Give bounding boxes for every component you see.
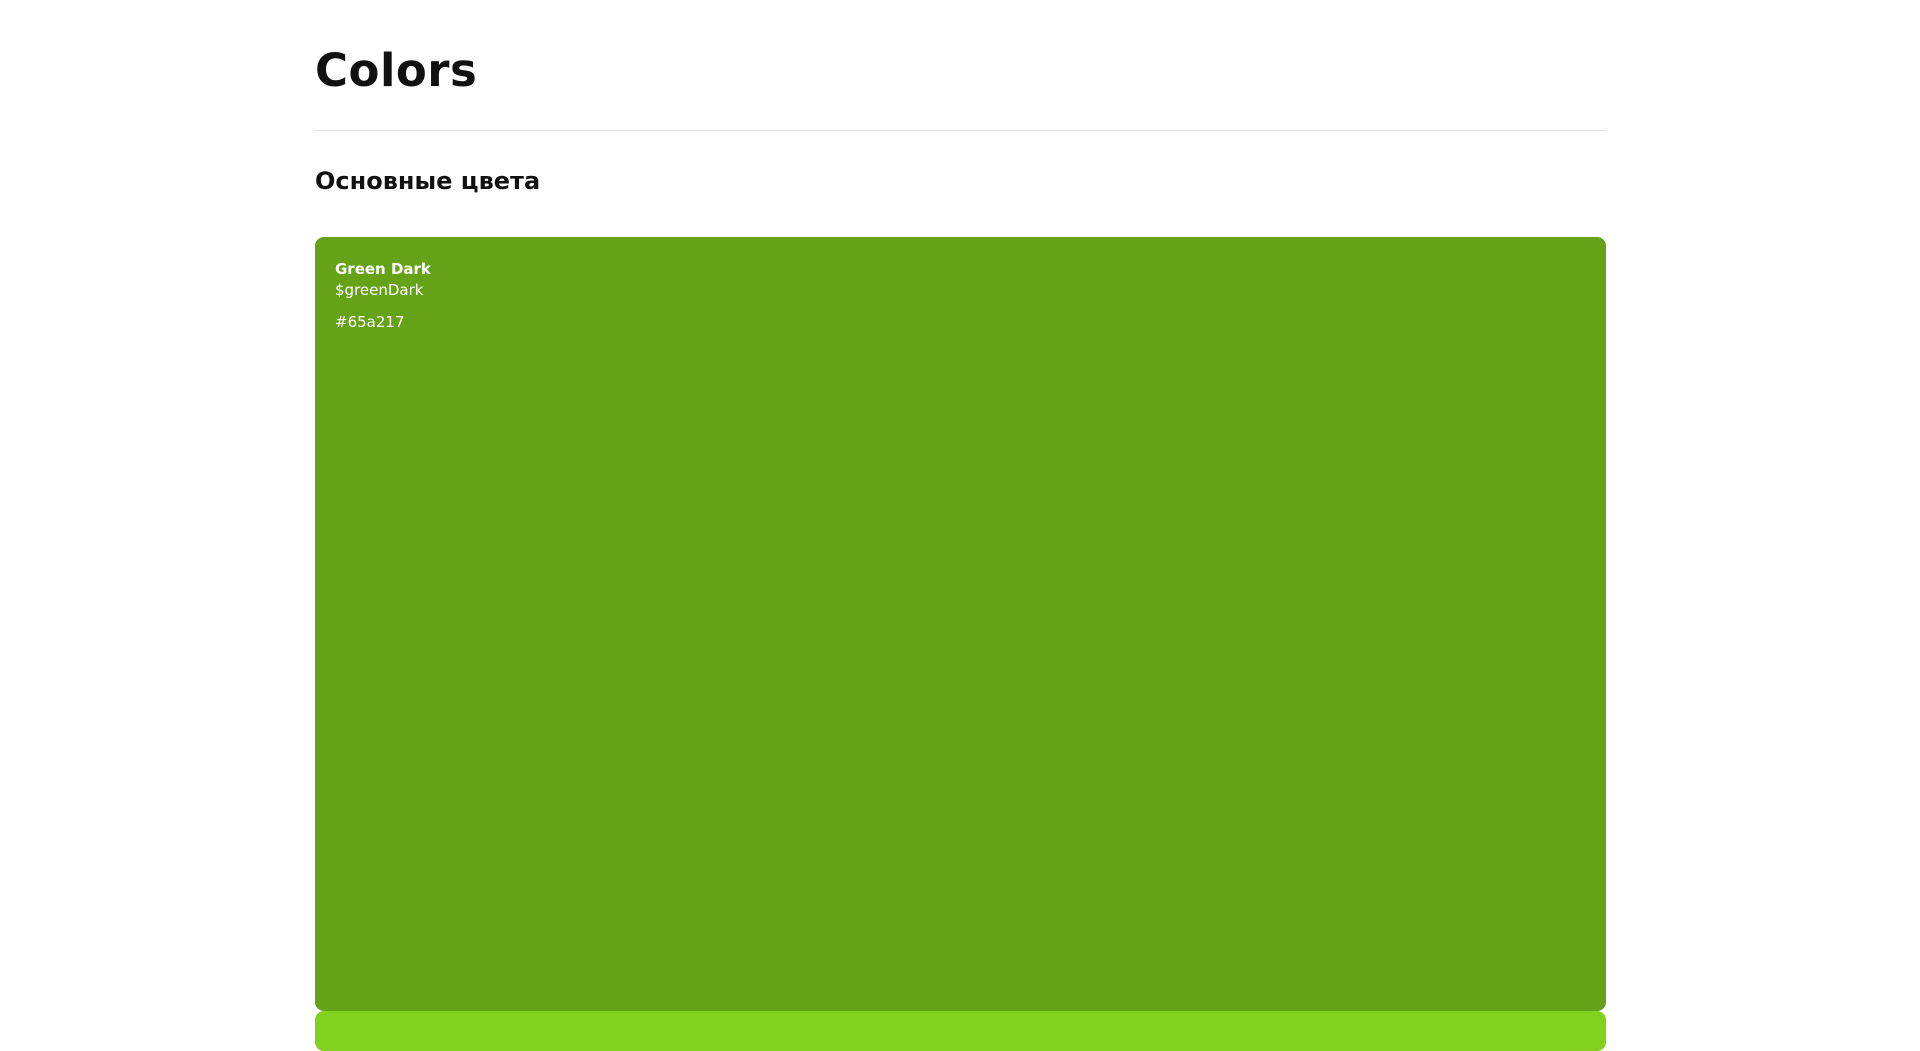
section-title: Основные цвета	[315, 167, 541, 195]
title-divider	[315, 130, 1606, 131]
swatch-hex: #65a217	[335, 313, 405, 331]
swatch-info: Green Dark $greenDark #65a217	[335, 259, 431, 333]
page-title: Colors	[315, 44, 478, 97]
swatch-variable: $greenDark	[335, 281, 424, 299]
color-swatch-green-dark: Green Dark $greenDark #65a217	[315, 237, 1606, 1011]
color-swatch-next	[315, 1011, 1606, 1051]
swatch-name: Green Dark	[335, 260, 431, 278]
